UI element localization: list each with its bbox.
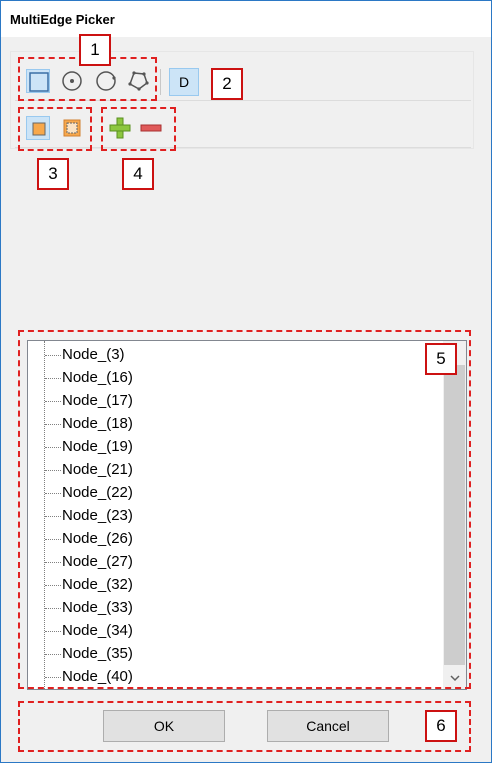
annotation-box-3 [18,107,92,151]
callout-1: 1 [79,34,111,66]
callout-5-label: 5 [436,349,446,368]
annotation-box-5 [18,330,471,689]
callout-5: 5 [425,343,457,375]
callout-6: 6 [425,710,457,742]
d-button[interactable]: D [169,68,199,96]
title-bar: MultiEdge Picker [1,1,491,37]
annotation-box-4 [101,107,176,151]
callout-4-label: 4 [133,164,143,183]
callout-6-label: 6 [436,716,446,735]
annotation-box-6 [18,701,471,752]
callout-3: 3 [37,158,69,190]
callout-4: 4 [122,158,154,190]
toolbar-separator [160,69,161,95]
callout-2: 2 [211,68,243,100]
multiedge-picker-window: MultiEdge Picker D Node_(3) Node_(16) No… [0,0,492,763]
callout-2-label: 2 [222,74,232,93]
window-title: MultiEdge Picker [10,12,115,27]
callout-1-label: 1 [90,40,100,59]
callout-3-label: 3 [48,164,58,183]
d-button-label: D [178,74,190,90]
